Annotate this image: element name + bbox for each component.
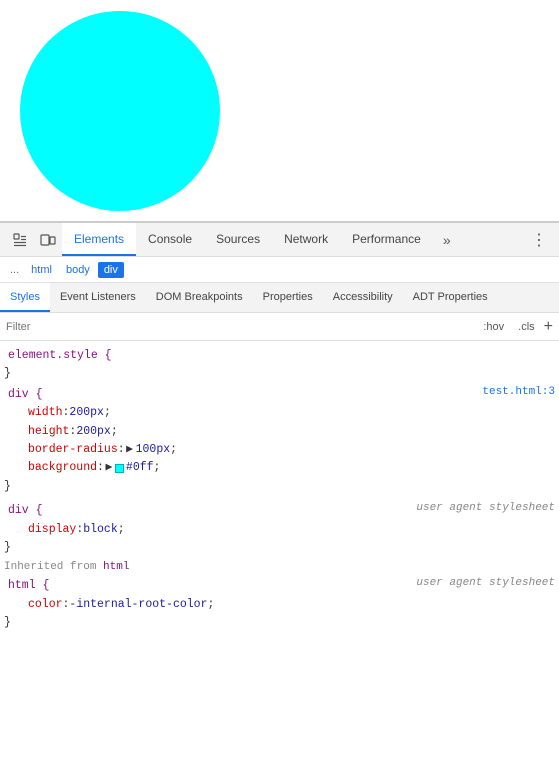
preview-circle — [20, 11, 220, 211]
cls-button[interactable]: .cls — [513, 319, 540, 335]
tab-console[interactable]: Console — [136, 223, 204, 256]
div-rule-closing: } — [0, 478, 559, 496]
css-width-line: width : 200px ; — [0, 404, 559, 422]
html-agent-selector: html { — [4, 577, 49, 595]
devtools-menu-button[interactable]: ⋮ — [525, 226, 553, 254]
element-style-closing: } — [0, 365, 559, 383]
preview-area — [0, 0, 559, 222]
subtab-event-listeners[interactable]: Event Listeners — [50, 283, 146, 312]
add-style-rule-button[interactable]: + — [544, 319, 553, 335]
devtools-toolbar: Elements Console Sources Network Perform… — [0, 223, 559, 257]
css-background-property[interactable]: background — [28, 459, 97, 477]
css-background-line: background : ▶ #0ff ; — [0, 459, 559, 477]
subtab-styles[interactable]: Styles — [0, 283, 50, 312]
css-display-line: display : block ; — [0, 521, 559, 539]
css-border-radius-line: border-radius : ▶ 100px ; — [0, 441, 559, 459]
inspect-element-icon[interactable] — [6, 226, 34, 254]
filter-input[interactable] — [6, 321, 474, 333]
breadcrumb-div[interactable]: div — [98, 262, 124, 278]
tab-elements[interactable]: Elements — [62, 223, 136, 256]
tab-performance[interactable]: Performance — [340, 223, 433, 256]
div-agent-source: user agent stylesheet — [416, 502, 559, 514]
filter-bar: :hov .cls + — [0, 313, 559, 341]
subtab-accessibility[interactable]: Accessibility — [323, 283, 403, 312]
div-rule-source-row: div { test.html:3 — [0, 386, 559, 404]
html-agent-selector-line: html { — [0, 577, 49, 595]
css-border-radius-property[interactable]: border-radius — [28, 441, 118, 459]
breadcrumb-ellipsis: ... — [6, 262, 23, 278]
css-border-radius-value[interactable]: 100px — [136, 441, 171, 459]
css-height-property[interactable]: height — [28, 423, 69, 441]
css-display-value: block — [83, 521, 118, 539]
div-source-link[interactable]: test.html:3 — [482, 386, 559, 398]
breadcrumb-bar: ... html body div — [0, 257, 559, 283]
subtab-properties[interactable]: Properties — [253, 283, 323, 312]
css-background-value[interactable]: #0ff — [126, 459, 154, 477]
div-agent-selector-line: div { — [0, 502, 43, 520]
background-color-swatch[interactable] — [115, 464, 124, 473]
css-panel: element.style { } div { test.html:3 widt… — [0, 341, 559, 773]
html-agent-source-row: html { user agent stylesheet — [0, 577, 559, 595]
device-toggle-icon[interactable] — [34, 226, 62, 254]
inherited-from-label: Inherited from html — [0, 557, 559, 575]
devtools-panel: Elements Console Sources Network Perform… — [0, 222, 559, 773]
css-height-line: height : 200px ; — [0, 423, 559, 441]
subtab-dom-breakpoints[interactable]: DOM Breakpoints — [146, 283, 253, 312]
tab-sources[interactable]: Sources — [204, 223, 272, 256]
css-color-value: -internal-root-color — [69, 596, 207, 614]
element-style-selector: element.style { — [4, 347, 112, 365]
html-agent-section: html { user agent stylesheet color : -in… — [0, 575, 559, 632]
tab-network[interactable]: Network — [272, 223, 340, 256]
div-agent-section: div { user agent stylesheet display : bl… — [0, 500, 559, 557]
css-width-value[interactable]: 200px — [69, 404, 104, 422]
main-tabs: Elements Console Sources Network Perform… — [62, 223, 433, 256]
html-agent-closing: } — [0, 614, 559, 632]
element-style-selector-line: element.style { — [0, 347, 559, 365]
breadcrumb-html[interactable]: html — [25, 262, 58, 278]
css-color-line: color : -internal-root-color ; — [0, 596, 559, 614]
div-agent-source-row: div { user agent stylesheet — [0, 502, 559, 520]
div-agent-selector: div { — [4, 502, 43, 520]
more-tabs-button[interactable]: » — [433, 226, 461, 254]
div-rule-section: div { test.html:3 width : 200px ; height… — [0, 384, 559, 496]
breadcrumb-body[interactable]: body — [60, 262, 96, 278]
border-radius-expand-icon[interactable]: ▶ — [125, 441, 135, 459]
element-style-section: element.style { } — [0, 345, 559, 384]
div-selector: div { — [4, 386, 43, 404]
css-color-property[interactable]: color — [28, 596, 63, 614]
subtabs-bar: Styles Event Listeners DOM Breakpoints P… — [0, 283, 559, 313]
html-agent-source: user agent stylesheet — [416, 577, 559, 589]
css-width-property[interactable]: width — [28, 404, 63, 422]
css-display-property[interactable]: display — [28, 521, 76, 539]
div-agent-closing: } — [0, 539, 559, 557]
subtab-adt-properties[interactable]: ADT Properties — [403, 283, 498, 312]
css-height-value[interactable]: 200px — [76, 423, 111, 441]
background-expand-icon[interactable]: ▶ — [104, 459, 114, 477]
inherited-from-element[interactable]: html — [103, 561, 129, 573]
div-selector-line: div { — [0, 386, 43, 404]
hov-button[interactable]: :hov — [478, 319, 509, 335]
